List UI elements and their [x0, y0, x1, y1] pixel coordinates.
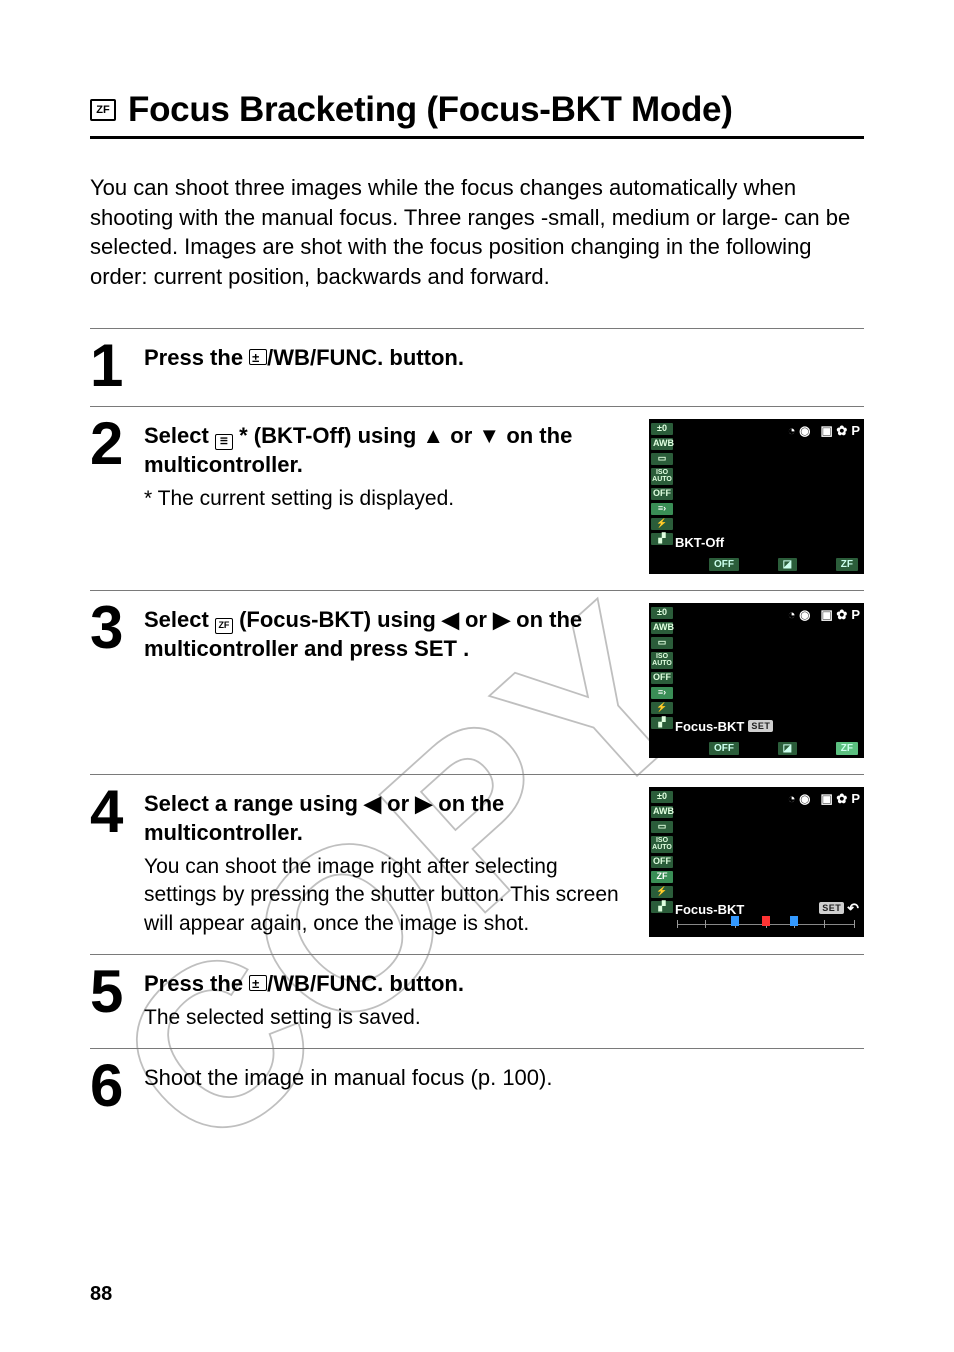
text: Select [144, 423, 215, 448]
awb-badge: AWB [651, 622, 673, 634]
af-frame-badge: ▞ [651, 533, 673, 545]
step-subtext: The selected setting is saved. [144, 1004, 864, 1032]
text: Select [144, 607, 215, 632]
awb-badge: AWB [651, 438, 673, 450]
text: Press the [144, 971, 249, 996]
right-arrow-icon [415, 791, 432, 816]
iso-badge: ISO AUTO [651, 468, 673, 485]
icon-focus: ZF [836, 558, 858, 571]
intro-paragraph: You can shoot three images while the foc… [90, 173, 864, 292]
drive-badge: ▭ [651, 453, 673, 465]
range-slider [677, 916, 854, 932]
text: button. [389, 971, 464, 996]
set-badge: SET [819, 902, 844, 914]
marker-fwd [790, 916, 798, 926]
drive-badge: ▭ [651, 821, 673, 833]
screen-label: Focus-BKT [675, 902, 744, 917]
step-number: 4 [90, 787, 128, 836]
step-number: 2 [90, 419, 128, 468]
af-frame-badge: ▞ [651, 901, 673, 913]
ev-badge: ±0 [651, 791, 673, 803]
page-number: 88 [90, 1283, 112, 1306]
step-4: 4 Select a range using or on the multico… [90, 774, 864, 954]
flash-badge: ⚡ [651, 518, 673, 530]
step-number: 1 [90, 341, 128, 390]
text: Shoot the image in manual focus (p. 100)… [144, 1065, 552, 1090]
text: Select a range using [144, 791, 364, 816]
ev-badge: ±0 [651, 607, 673, 619]
timer-record-icon: ◔ ◉ [788, 607, 811, 623]
text: or [387, 791, 415, 816]
iso-badge: ISO AUTO [651, 652, 673, 669]
icon-off: OFF [709, 742, 739, 755]
left-arrow-icon [364, 791, 381, 816]
mode-indicator: ▣ ✿ P [821, 607, 860, 623]
drive-badge: ▭ [651, 637, 673, 649]
screen-label: Focus-BKT [675, 719, 744, 734]
marker-back [731, 916, 739, 926]
func-label: FUNC. [316, 343, 383, 372]
step-3: 3 Select ZF (Focus-BKT) using or on the … [90, 590, 864, 774]
mode-indicator: ▣ ✿ P [821, 423, 860, 439]
awb-badge: AWB [651, 806, 673, 818]
icon-off: OFF [709, 558, 739, 571]
camera-screen-range: ±0 AWB ▭ ISO AUTO OFF ZF ⚡ ▞ ◔ ◉ ▣ ✿ P [649, 787, 864, 937]
timer-record-icon: ◔ ◉ [788, 423, 811, 439]
page-title: Focus Bracketing (Focus-BKT Mode) [128, 90, 733, 130]
up-arrow-icon [422, 423, 444, 448]
icon-aeb: ◪ [778, 558, 797, 571]
wb-label: WB [273, 343, 310, 372]
ev-badge: ±0 [651, 423, 673, 435]
bracket-icon: ≡› [651, 687, 673, 699]
wb-label: WB [273, 969, 310, 998]
right-arrow-icon [493, 607, 510, 632]
icon-aeb: ◪ [778, 742, 797, 755]
mode-indicator: ▣ ✿ P [821, 791, 860, 807]
af-frame-badge: ▞ [651, 717, 673, 729]
off-badge: OFF [651, 856, 673, 868]
text: Press the [144, 345, 249, 370]
bracket-icon: ZF [651, 871, 673, 883]
step-6: 6 Shoot the image in manual focus (p. 10… [90, 1048, 864, 1126]
step-subtext: You can shoot the image right after sele… [144, 853, 633, 938]
step-number: 6 [90, 1061, 128, 1110]
icon-focus: ZF [836, 742, 858, 755]
screen-label: BKT-Off [675, 535, 724, 550]
down-arrow-icon [478, 423, 500, 448]
flash-badge: ⚡ [651, 702, 673, 714]
step-1: 1 Press the / WB / FUNC. button. [90, 328, 864, 406]
step-number: 3 [90, 603, 128, 652]
steps-list: 1 Press the / WB / FUNC. button. 2 [90, 328, 864, 1127]
text: (Focus-BKT) using [239, 607, 442, 632]
camera-screen-focus-bkt: ±0 AWB ▭ ISO AUTO OFF ≡› ⚡ ▞ ◔ ◉ ▣ ✿ P [649, 603, 864, 758]
bkt-off-icon: ☰ [215, 434, 233, 450]
step-subtext: * The current setting is displayed. [144, 485, 633, 513]
iso-badge: ISO AUTO [651, 836, 673, 853]
exposure-comp-icon [249, 349, 267, 365]
off-badge: OFF [651, 488, 673, 500]
func-label: FUNC. [316, 969, 383, 998]
set-badge: SET [748, 720, 773, 732]
text: button. [389, 345, 464, 370]
marker-current [762, 916, 770, 926]
off-badge: OFF [651, 672, 673, 684]
flash-badge: ⚡ [651, 886, 673, 898]
timer-record-icon: ◔ ◉ [788, 791, 811, 807]
step-number: 5 [90, 967, 128, 1016]
exposure-comp-icon [249, 975, 267, 991]
step-2: 2 Select ☰ * (BKT-Off) using or on the m… [90, 406, 864, 590]
return-icon: ↶ [847, 900, 859, 917]
bracket-icon: ≡› [651, 503, 673, 515]
focus-bkt-icon: ZF [215, 618, 233, 634]
left-arrow-icon [442, 607, 459, 632]
step-5: 5 Press the / WB / FUNC. button. The sel… [90, 954, 864, 1048]
camera-screen-bkt-off: ±0 AWB ▭ ISO AUTO OFF ≡› ⚡ ▞ ◔ ◉ ▣ ✿ P [649, 419, 864, 574]
set-label: SET [414, 636, 457, 661]
focus-bkt-title-icon: ZF [90, 99, 116, 121]
text: or [450, 423, 478, 448]
text: * (BKT-Off) using [239, 423, 422, 448]
text: or [465, 607, 493, 632]
text: . [463, 636, 469, 661]
page-title-bar: ZF Focus Bracketing (Focus-BKT Mode) [90, 90, 864, 139]
